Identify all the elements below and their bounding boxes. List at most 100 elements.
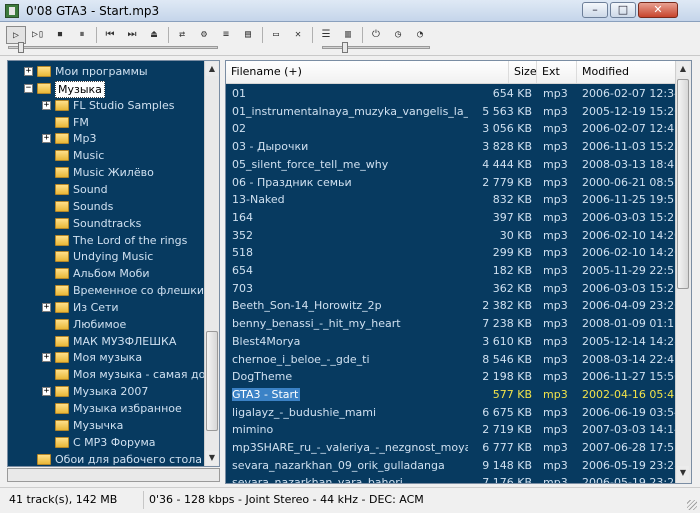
track-filename: 01_instrumentalnaya_muzyka_vangelis_la_p…: [232, 104, 468, 118]
volume-slider[interactable]: [322, 46, 430, 49]
track-filename-cell: 03 - Дырочки: [232, 138, 468, 155]
queue-button[interactable]: ≡: [216, 26, 236, 44]
track-row[interactable]: 13-Naked 832 KB mp3 2006-11-25 19:55: [226, 191, 681, 209]
folder-icon: [55, 318, 69, 330]
tree-item-label: Мои программы: [55, 65, 148, 78]
track-row[interactable]: 06 - Праздник семьи 2 779 KB mp3 2000-06-21…: [226, 174, 681, 192]
expand-icon[interactable]: +: [42, 100, 51, 110]
track-filename: ligalayz_-_budushie_mami: [232, 405, 377, 419]
track-row[interactable]: Blest4Morya 3 610 KB mp3 2005-12-14 14:28: [226, 333, 681, 351]
track-row[interactable]: DogTheme 2 198 KB mp3 2006-11-27 15:56: [226, 368, 681, 386]
seek-slider[interactable]: [8, 46, 218, 49]
tree-scrollbar[interactable]: ▲ ▼: [204, 61, 219, 466]
track-row[interactable]: benny_benassi_-_hit_my_heart 7 238 KB mp3 2…: [226, 315, 681, 333]
track-row[interactable]: mimino 2 719 KB mp3 2007-03-03 14:14: [226, 421, 682, 439]
track-size: 3 610 KB: [482, 334, 532, 348]
shuffle-button[interactable]: ⇄: [172, 26, 192, 44]
track-row[interactable]: 518 299 KB mp3 2006-02-10 14:26: [226, 244, 682, 262]
track-modified: 2007-03-03 14:14: [582, 423, 682, 437]
scroll-up-icon[interactable]: ▲: [206, 62, 218, 76]
track-row[interactable]: chernoe_i_beloe_-_gde_ti 8 546 KB mp3 2008-…: [226, 351, 681, 369]
folder-icon: [55, 352, 69, 364]
delete-button[interactable]: ✕: [288, 26, 308, 44]
scroll-up-icon[interactable]: ▲: [677, 62, 689, 76]
track-ext: mp3: [543, 281, 568, 295]
tree-scrollbar-thumb[interactable]: [206, 331, 218, 431]
minimize-button[interactable]: –: [582, 2, 608, 18]
playing-track-row[interactable]: GTA3 - Start 577 KB mp3 2002-04-16 05:45: [226, 386, 681, 404]
expand-icon[interactable]: +: [42, 134, 51, 144]
track-modified: 2006-02-10 14:26: [582, 246, 682, 260]
next-button[interactable]: ⏭: [122, 26, 142, 44]
track-row[interactable]: sevara_nazarkhan_09_orik_gulladanga 9 148…: [226, 457, 681, 475]
tree-item-label: Любимое: [73, 317, 127, 331]
track-row[interactable]: Beeth_Son-14_Horowitz_2p 2 382 KB mp3 2006-…: [226, 297, 681, 315]
folder-icon: [37, 82, 51, 94]
open-button[interactable]: ⏏: [144, 26, 164, 44]
toolbar-separator: [312, 27, 313, 43]
tree-item-label: Music: [73, 149, 105, 163]
track-size: 9 148 KB: [482, 458, 532, 472]
track-filename-cell: 01_instrumentalnaya_muzyka_vangelis_la_p…: [232, 103, 468, 120]
track-filename: GTA3 - Start: [232, 387, 301, 401]
column-size[interactable]: Size: [509, 61, 537, 83]
close-button[interactable]: ✕: [638, 2, 678, 18]
expand-icon[interactable]: +: [42, 302, 51, 312]
power-button[interactable]: ⏻: [366, 26, 386, 44]
track-filename: mp3SHARE_ru_-_valeriya_-_nezgnost_moya: [232, 441, 468, 454]
options-button[interactable]: ⚙: [194, 26, 214, 44]
playlist-button[interactable]: ☰: [316, 26, 336, 44]
volume-slider-thumb[interactable]: [342, 42, 349, 53]
file-list[interactable]: Filename (+) Size Ext Modified 01 654 KB m…: [225, 60, 692, 484]
column-filename[interactable]: Filename (+): [226, 61, 509, 83]
tree-horizontal-scrollbar[interactable]: [7, 468, 220, 482]
timer-button[interactable]: ◷: [388, 26, 408, 44]
file-button[interactable]: ▤: [238, 26, 258, 44]
list-scrollbar-thumb[interactable]: [677, 79, 689, 289]
column-ext[interactable]: Ext: [537, 61, 577, 83]
list-scrollbar[interactable]: ▲ ▼: [675, 61, 691, 483]
stop-button[interactable]: ⏹: [50, 26, 70, 44]
previous-button[interactable]: ⏮: [100, 26, 120, 44]
expand-icon[interactable]: +: [42, 387, 51, 397]
track-modified: 2005-12-19 15:26: [582, 104, 682, 118]
track-row[interactable]: 703 362 KB mp3 2006-03-03 15:21: [226, 280, 681, 298]
track-modified: 2006-03-03 15:23: [582, 210, 682, 224]
track-row[interactable]: 05_silent_force_tell_me_why 4 444 KB mp3 20…: [226, 156, 681, 174]
expand-icon[interactable]: +: [42, 353, 51, 363]
scroll-down-icon[interactable]: ▼: [206, 451, 218, 465]
track-row[interactable]: 01 654 KB mp3 2006-02-07 12:34: [226, 85, 681, 103]
track-size: 2 198 KB: [482, 370, 532, 384]
track-row[interactable]: 01_instrumentalnaya_muzyka_vangelis_la_p…: [226, 103, 682, 121]
pause-button[interactable]: ⏸: [72, 26, 92, 44]
track-row[interactable]: 352 30 KB mp3 2006-02-10 14:20: [226, 227, 681, 245]
track-size: 2 719 KB: [482, 423, 532, 437]
folder-icon: [55, 150, 69, 162]
column-modified[interactable]: Modified: [577, 61, 677, 83]
folder-tree[interactable]: + Мои программы − Музыка + FL Studio Samples F…: [7, 60, 220, 467]
track-row[interactable]: 164 397 KB mp3 2006-03-03 15:23: [226, 209, 682, 227]
visualize-button[interactable]: ◔: [410, 26, 430, 44]
track-row[interactable]: 02 3 056 KB mp3 2006-02-07 12:47: [226, 120, 681, 138]
scroll-down-icon[interactable]: ▼: [677, 466, 689, 480]
track-row[interactable]: mp3SHARE_ru_-_valeriya_-_nezgnost_moya 6 …: [226, 439, 682, 457]
track-size: 6 777 KB: [482, 441, 532, 454]
track-filename-cell: GTA3 - Start: [232, 386, 468, 403]
expand-icon[interactable]: +: [24, 67, 33, 76]
list-header: Filename (+) Size Ext Modified: [226, 61, 677, 84]
track-row[interactable]: sevara_nazarkhan_yara_bahori 7 176 KB mp3 2…: [226, 474, 681, 483]
track-filename-cell: 654: [232, 262, 468, 279]
track-row[interactable]: 03 - Дырочки 3 828 KB mp3 2006-11-03 15:22: [226, 138, 681, 156]
track-ext: mp3: [543, 246, 568, 260]
folder-icon: [55, 167, 69, 179]
play-next-button[interactable]: ▷▯: [28, 26, 48, 44]
track-modified: 2007-06-28 17:55: [582, 441, 682, 454]
maximize-button[interactable]: □: [610, 2, 636, 18]
track-row[interactable]: 654 182 KB mp3 2005-11-29 22:57: [226, 262, 681, 280]
resize-grip[interactable]: [687, 500, 697, 510]
track-row[interactable]: ligalayz_-_budushie_mami 6 675 KB mp3 2006-…: [226, 404, 681, 422]
list-button[interactable]: ▭: [266, 26, 286, 44]
seek-slider-thumb[interactable]: [18, 42, 25, 53]
collapse-icon[interactable]: −: [24, 83, 33, 93]
track-filename-cell: 164: [232, 209, 468, 226]
